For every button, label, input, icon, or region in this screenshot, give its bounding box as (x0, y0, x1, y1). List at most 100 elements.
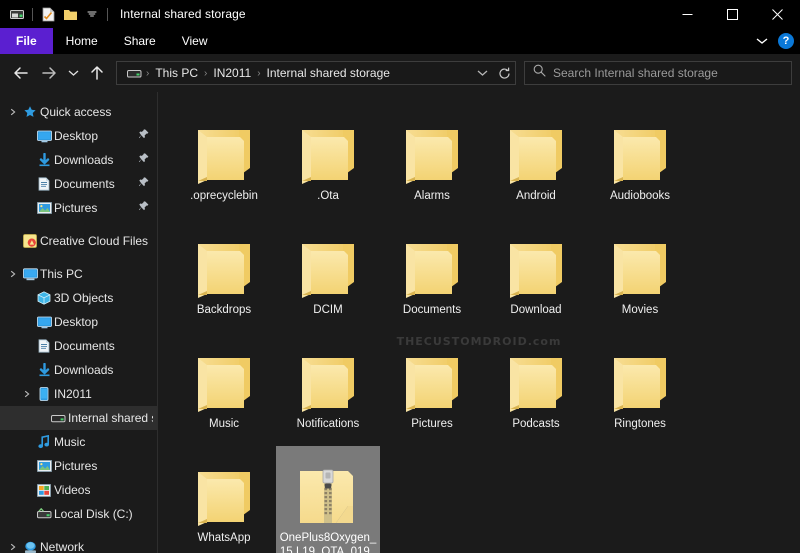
pin-icon[interactable] (139, 201, 149, 215)
creative-cloud-icon (20, 234, 40, 248)
folder-item[interactable]: .oprecyclebin (172, 104, 276, 218)
window-title: Internal shared storage (120, 7, 246, 21)
address-bar[interactable]: › This PC › IN2011 › Internal shared sto… (116, 61, 516, 85)
sidebar-item-videos[interactable]: Videos (0, 478, 157, 502)
properties-icon[interactable] (37, 3, 59, 25)
back-button[interactable] (8, 60, 34, 86)
breadcrumb-item-this-pc[interactable]: This PC (150, 66, 203, 80)
sidebar-item-label: Pictures (54, 459, 98, 473)
forward-button[interactable] (36, 60, 62, 86)
new-folder-icon[interactable] (59, 3, 81, 25)
sidebar-item-documents[interactable]: Documents (0, 334, 157, 358)
pin-icon[interactable] (139, 177, 149, 191)
folder-icon (504, 108, 568, 184)
expand-ribbon-chevron-icon[interactable] (756, 32, 768, 50)
sidebar-item-label: Network (40, 540, 85, 553)
chevron-right-icon[interactable] (6, 108, 20, 116)
item-label: Pictures (411, 418, 453, 430)
minimize-button[interactable] (665, 0, 710, 28)
folder-item[interactable]: Movies (588, 218, 692, 332)
customize-chevron-icon[interactable] (81, 3, 103, 25)
folder-item[interactable]: Audiobooks (588, 104, 692, 218)
item-label: DCIM (313, 304, 343, 316)
search-input[interactable]: Search Internal shared storage (553, 66, 718, 80)
tab-home[interactable]: Home (53, 28, 111, 54)
folder-item[interactable]: Alarms (380, 104, 484, 218)
navigation-pane: Quick access Desktop Downloads Documents Pic… (0, 92, 158, 553)
refresh-icon[interactable] (493, 62, 515, 84)
sidebar-item-label: Local Disk (C:) (54, 507, 133, 521)
folder-item[interactable]: Notifications (276, 332, 380, 446)
sidebar-item-label: This PC (40, 267, 83, 281)
network-icon (20, 541, 40, 553)
star-icon (20, 105, 40, 119)
file-list-view[interactable]: .oprecyclebin .Ota Alarms Android Audiob… (158, 92, 800, 553)
pin-icon[interactable] (139, 153, 149, 167)
tab-share[interactable]: Share (111, 28, 169, 54)
local-disk-icon (34, 508, 54, 520)
sidebar-item-label: Documents (54, 177, 115, 191)
folder-icon (608, 108, 672, 184)
item-label: Ringtones (614, 418, 666, 430)
folder-item[interactable]: Android (484, 104, 588, 218)
folder-item[interactable]: DCIM (276, 218, 380, 332)
sidebar-item-quick-access[interactable]: Quick access (0, 100, 157, 124)
sidebar-item-downloads[interactable]: Downloads (0, 358, 157, 382)
ribbon-right-controls: ? (756, 28, 794, 54)
documents-icon (34, 339, 54, 353)
drive-icon (123, 62, 145, 84)
recent-locations-chevron-icon[interactable] (64, 60, 82, 86)
folder-item[interactable]: Pictures (380, 332, 484, 446)
sidebar-item-downloads[interactable]: Downloads (0, 148, 157, 172)
previous-locations-chevron-icon[interactable] (471, 62, 493, 84)
breadcrumb-item-in2011[interactable]: IN2011 (208, 66, 256, 80)
sidebar-item-pictures[interactable]: Pictures (0, 454, 157, 478)
sidebar-item-music[interactable]: Music (0, 430, 157, 454)
sidebar-item-desktop[interactable]: Desktop (0, 310, 157, 334)
chevron-right-icon[interactable] (6, 543, 20, 551)
folder-icon (192, 108, 256, 184)
tab-view[interactable]: View (169, 28, 221, 54)
sidebar-item-desktop[interactable]: Desktop (0, 124, 157, 148)
folder-icon (400, 222, 464, 298)
sidebar-item-local-disk-c[interactable]: Local Disk (C:) (0, 502, 157, 526)
sidebar-item-3d-objects[interactable]: 3D Objects (0, 286, 157, 310)
sidebar-item-in2011[interactable]: IN2011 (0, 382, 157, 406)
folder-item[interactable]: Podcasts (484, 332, 588, 446)
folder-item[interactable]: Backdrops (172, 218, 276, 332)
maximize-button[interactable] (710, 0, 755, 28)
folder-icon (192, 222, 256, 298)
sidebar-item-this-pc[interactable]: This PC (0, 262, 157, 286)
item-label: Audiobooks (609, 190, 671, 202)
sidebar-item-label: Internal shared sto (68, 411, 153, 425)
folder-item[interactable]: Download (484, 218, 588, 332)
folder-item[interactable]: Documents (380, 218, 484, 332)
file-item[interactable]: OnePlus8Oxygen_15.I.19_OTA_019_all_20071… (276, 446, 380, 553)
chevron-right-icon[interactable] (20, 390, 34, 398)
chevron-right-icon[interactable] (6, 270, 20, 278)
tab-file[interactable]: File (0, 28, 53, 54)
folder-item[interactable]: .Ota (276, 104, 380, 218)
save-icon[interactable] (6, 3, 28, 25)
sidebar-item-documents[interactable]: Documents (0, 172, 157, 196)
sidebar-item-pictures[interactable]: Pictures (0, 196, 157, 220)
folder-icon (608, 336, 672, 412)
breadcrumb-item-internal-shared-storage[interactable]: Internal shared storage (262, 66, 395, 80)
sidebar-item-internal-shared-sto[interactable]: Internal shared sto (0, 406, 157, 430)
item-label: .oprecyclebin (190, 190, 258, 202)
sidebar-item-creative-cloud-files[interactable]: Creative Cloud Files (0, 229, 157, 253)
explorer-body: Quick access Desktop Downloads Documents Pic… (0, 92, 800, 553)
folder-item[interactable]: Ringtones (588, 332, 692, 446)
item-label: Notifications (296, 418, 360, 430)
folder-item[interactable]: WhatsApp (172, 446, 276, 553)
sidebar-item-network[interactable]: Network (0, 535, 157, 553)
up-button[interactable] (84, 60, 110, 86)
item-label: Backdrops (196, 304, 252, 316)
search-box[interactable]: Search Internal shared storage (524, 61, 792, 85)
sidebar-item-label: 3D Objects (54, 291, 114, 305)
pin-icon[interactable] (139, 129, 149, 143)
close-button[interactable] (755, 0, 800, 28)
sidebar-item-label: Quick access (40, 105, 112, 119)
help-button[interactable]: ? (778, 33, 794, 49)
folder-item[interactable]: Music (172, 332, 276, 446)
